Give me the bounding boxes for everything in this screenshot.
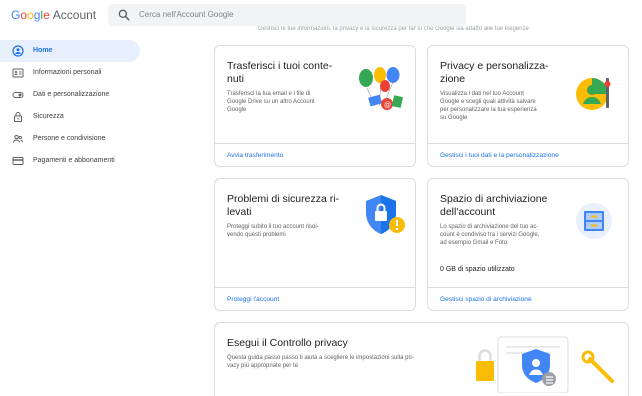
logo-letter: o (27, 8, 34, 22)
lock-icon (14, 112, 22, 122)
sidebar-item-payments[interactable]: Pagamenti e abbonamenti (0, 150, 140, 172)
manage-storage-link[interactable]: Gestisci spazio di archiviazione (428, 287, 628, 310)
card-description-line: Visualizza i dati nel tuo Account (440, 91, 524, 97)
card-security-issues[interactable]: Problemi di sicurezza ri- levati Protegg… (214, 178, 416, 311)
link-label: Avvia trasferimento (227, 152, 284, 159)
protect-account-link[interactable]: Proteggi l'account (215, 287, 415, 310)
sidebar-item-label: Dati e personalizzazione (33, 91, 110, 98)
sidebar-item-label: Sicurezza (33, 113, 64, 120)
link-label: Proteggi l'account (227, 296, 280, 303)
sidebar-item-label: Informazioni personali (33, 69, 102, 76)
card-description-line: Questa guida passo passo ti aiuta a sceg… (227, 355, 414, 361)
search-icon (118, 9, 130, 21)
card-title-line: nuti (227, 73, 244, 85)
card-title-line: Problemi di sicurezza ri- (227, 193, 340, 205)
google-account-logo[interactable]: Google Account (11, 8, 96, 22)
people-icon (13, 134, 23, 143)
sidebar-item-security[interactable]: Sicurezza (0, 106, 140, 128)
logo-letter: e (43, 8, 50, 22)
card-title-line: zione (440, 73, 466, 85)
card-description-line: per personalizzare la tua esperienza (440, 107, 537, 113)
sidebar-item-label: Pagamenti e abbonamenti (33, 157, 115, 164)
credit-card-icon (12, 157, 24, 165)
card-description-line: Google e scegli quali attività salvare (440, 99, 536, 105)
shield-warning-icon (366, 195, 405, 234)
card-description-line: Trasferisci la tua email e i file di (227, 91, 311, 97)
card-title-line: Privacy e personalizza- (440, 60, 549, 72)
card-description-line: vacy più appropriate per te (227, 363, 299, 369)
card-title-line: Spazio di archiviazione (440, 193, 548, 205)
search-input[interactable]: Cerca nell'Account Google (108, 4, 466, 26)
sidebar-item-people-sharing[interactable]: Persone e condivisione (0, 128, 140, 150)
card-description-line: Google (227, 107, 247, 113)
id-card-icon (12, 68, 24, 78)
link-label: Gestisci i tuoi dati e la personalizzazi… (440, 152, 559, 159)
card-description-line: Lo spazio di archiviazione del tuo ac- (440, 224, 539, 230)
svg-text:@: @ (384, 102, 391, 109)
card-title-line: Trasferisci i tuoi conte- (227, 60, 333, 72)
card-title-line: levati (227, 206, 252, 218)
storage-cabinet-icon (576, 203, 612, 239)
card-account-storage[interactable]: Spazio di archiviazione dell'account Lo … (427, 178, 629, 311)
card-transfer-content[interactable]: Trasferisci i tuoi conte- nuti Trasferis… (214, 45, 416, 167)
card-description-line: count è condiviso tra i servizi Google, (440, 232, 540, 238)
personalization-illustration (576, 78, 611, 110)
page-subtitle: Gestisci le tue informazioni, la privacy… (258, 26, 529, 32)
card-title: Esegui il Controllo privacy (227, 337, 348, 349)
privacy-checkup-illustration (476, 336, 614, 393)
sidebar-item-personal-info[interactable]: Informazioni personali (0, 62, 140, 84)
card-title-line: dell'account (440, 206, 496, 218)
sidebar-item-data-personalization[interactable]: Dati e personalizzazione (0, 84, 140, 106)
logo-suffix: Account (52, 8, 97, 22)
start-transfer-link[interactable]: Avvia trasferimento (215, 143, 415, 166)
manage-data-link[interactable]: Gestisci i tuoi dati e la personalizzazi… (428, 143, 628, 166)
card-description-line: ad esempio Gmail e Foto (440, 240, 508, 246)
search-placeholder: Cerca nell'Account Google (139, 10, 234, 19)
card-privacy-personalization[interactable]: Privacy e personalizza- zione Visualizza… (427, 45, 629, 167)
link-label: Gestisci spazio di archiviazione (440, 296, 532, 303)
toggle-icon (12, 92, 24, 98)
sidebar-item-label: Home (33, 47, 53, 54)
card-description-line: vendo questi problemi (227, 232, 286, 238)
sidebar-item-home[interactable]: Home (0, 40, 140, 62)
card-description-line: Proteggi subito il tuo account risol- (227, 224, 319, 230)
storage-usage: 0 GB di spazio utilizzato (440, 266, 515, 273)
card-description-line: Google Drive su un altro Account (227, 99, 315, 105)
card-privacy-checkup[interactable]: Esegui il Controllo privacy Questa guida… (214, 322, 629, 396)
logo-letter: G (11, 8, 21, 22)
card-description-line: su Google (440, 115, 468, 121)
home-icon (12, 45, 24, 57)
sidebar-item-label: Persone e condivisione (33, 135, 106, 142)
balloons-illustration: @ (359, 67, 403, 110)
top-bar: Google Account Cerca nell'Account Google … (0, 0, 642, 32)
